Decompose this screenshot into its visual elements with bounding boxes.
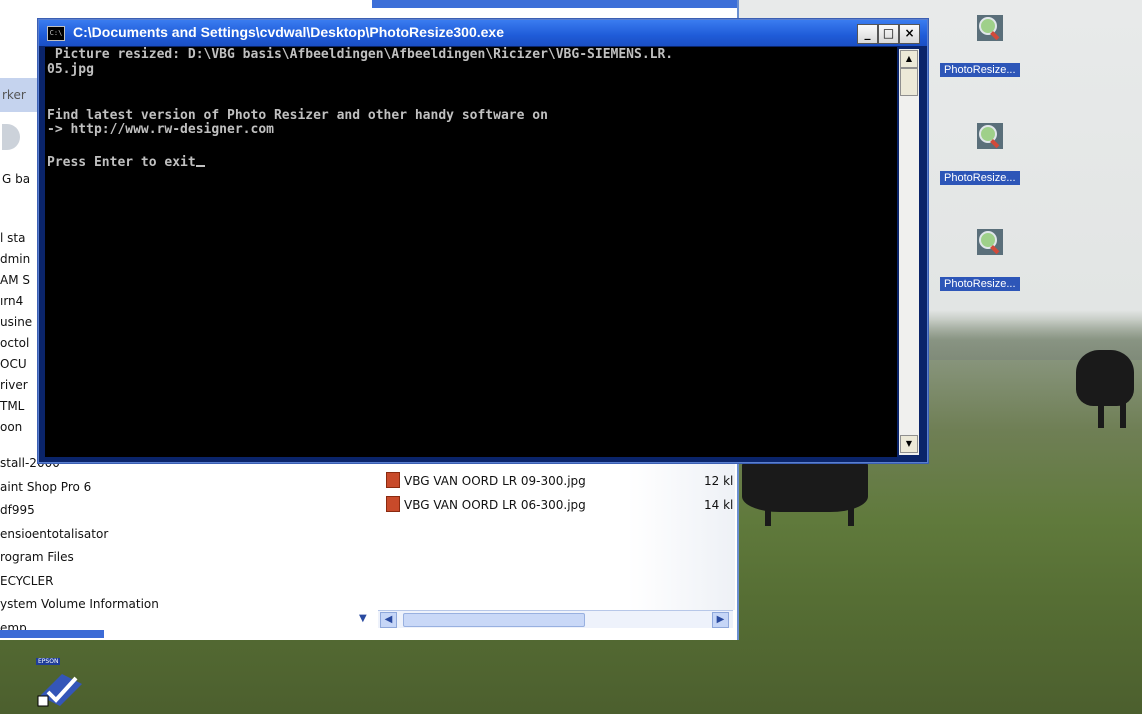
desktop-icon-label: PhotoResize... [940, 171, 1020, 185]
photoresize-icon [977, 15, 1003, 41]
console-line: Find latest version of Photo Resizer and… [47, 108, 548, 123]
cow-leg [1120, 400, 1126, 428]
tree-item[interactable]: AM S [0, 270, 32, 291]
console-prompt: Press Enter to exit [47, 155, 196, 170]
cow-leg [848, 500, 854, 526]
desktop-icon-photoresize[interactable]: PhotoResize... [940, 122, 1050, 185]
tree-item[interactable]: ensioentotalisator [0, 523, 159, 547]
file-size: 14 kl [704, 498, 734, 512]
cow-leg [1098, 400, 1104, 428]
vertical-scrollbar[interactable]: ▲ ▼ [899, 49, 919, 455]
file-size: 12 kl [704, 474, 734, 488]
tree-item[interactable]: TML [0, 396, 32, 417]
console-line: -> http://www.rw-designer.com [47, 122, 274, 137]
desktop-icon-photoresize[interactable]: PhotoResize... [940, 14, 1050, 77]
tree-item[interactable]: df995 [0, 499, 159, 523]
printer-shortcut-icon [37, 674, 82, 707]
file-row[interactable]: VBG VAN OORD LR 06-300.jpg 14 kl [386, 496, 733, 514]
console-titlebar[interactable]: C:\ C:\Documents and Settings\cvdwal\Des… [39, 20, 927, 46]
tree-item[interactable]: l sta [0, 228, 32, 249]
tree-item[interactable]: usine [0, 312, 32, 333]
cow-right [1076, 350, 1134, 406]
tree-item[interactable]: OCU [0, 354, 32, 375]
folder-tree-lower: stall-2000 aint Shop Pro 6 df995 ensioen… [0, 452, 159, 640]
scroll-right-icon[interactable]: ▶ [712, 612, 729, 628]
scroll-up-icon[interactable]: ▲ [900, 50, 918, 68]
status-strip [0, 630, 104, 638]
chevron-down-icon[interactable]: ▼ [359, 613, 367, 624]
cow-leg [765, 500, 771, 526]
console-icon[interactable]: C:\ [47, 26, 65, 41]
text-cursor [195, 154, 205, 167]
desktop-icon-epson[interactable]: EPSON [34, 658, 92, 714]
epson-tag: EPSON [36, 658, 61, 665]
tree-fragment: rker [2, 88, 26, 102]
scroll-thumb[interactable] [403, 613, 585, 627]
tree-item[interactable]: aint Shop Pro 6 [0, 476, 159, 500]
file-name: VBG VAN OORD LR 06-300.jpg [404, 498, 586, 512]
jpg-file-icon [386, 496, 400, 512]
minimize-button[interactable]: _ [857, 24, 878, 44]
tree-fragment: G ba [2, 172, 31, 186]
desktop-icon-photoresize[interactable]: PhotoResize... [940, 228, 1050, 291]
horizontal-scrollbar[interactable]: ◀ ▶ [378, 610, 733, 628]
scroll-left-icon[interactable]: ◀ [380, 612, 397, 628]
console-line: Picture resized: D:\VBG basis\Afbeelding… [47, 47, 674, 62]
tree-item[interactable]: ırn4 [0, 291, 32, 312]
photoresize-icon [977, 229, 1003, 255]
console-output[interactable]: Picture resized: D:\VBG basis\Afbeelding… [45, 47, 897, 457]
tree-item[interactable]: ECYCLER [0, 570, 159, 594]
console-prompt-line: Press Enter to exit [47, 154, 205, 170]
folder-tree: l sta dmin AM S ırn4 usine octol OCU riv… [0, 228, 32, 438]
scroll-down-icon[interactable]: ▼ [900, 435, 918, 453]
tree-item[interactable]: octol [0, 333, 32, 354]
tree-item[interactable]: rogram Files [0, 546, 159, 570]
desktop-icon-label: PhotoResize... [940, 277, 1020, 291]
tree-item[interactable]: river [0, 375, 32, 396]
window-title: C:\Documents and Settings\cvdwal\Desktop… [73, 24, 505, 40]
scroll-thumb[interactable] [900, 68, 918, 96]
file-row[interactable]: VBG VAN OORD LR 09-300.jpg 12 kl [386, 472, 733, 490]
console-line: 05.jpg [47, 62, 94, 77]
photoresize-icon [977, 123, 1003, 149]
tree-item[interactable]: oon [0, 417, 32, 438]
console-window[interactable]: C:\ C:\Documents and Settings\cvdwal\Des… [38, 19, 928, 463]
tree-item[interactable]: dmin [0, 249, 32, 270]
file-name: VBG VAN OORD LR 09-300.jpg [404, 474, 586, 488]
tree-item[interactable]: ystem Volume Information [0, 593, 159, 617]
desktop-icon-label: PhotoResize... [940, 63, 1020, 77]
close-button[interactable]: × [899, 24, 920, 44]
jpg-file-icon [386, 472, 400, 488]
maximize-button[interactable]: □ [878, 24, 899, 44]
